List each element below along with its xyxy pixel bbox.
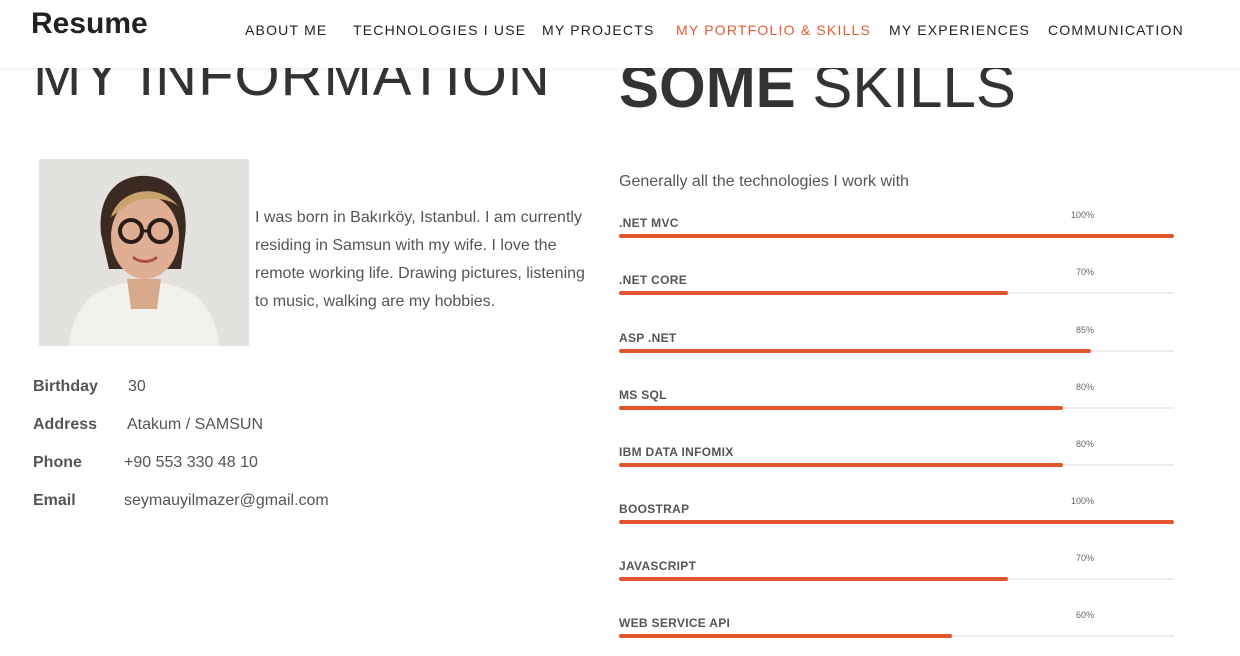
profile-photo (39, 159, 249, 346)
skill-percent: 80% (1075, 382, 1094, 392)
skill-percent: 70% (1075, 267, 1094, 277)
skill-item: .NET MVC 100% (619, 210, 1174, 256)
address-label: Address (33, 416, 98, 433)
email-label: Email (33, 492, 76, 509)
skill-item: BOOSTRAP 100% (619, 496, 1174, 542)
nav-menu: ABOUT ME TECHNOLOGIES I USE MY PROJECTS … (0, 22, 1240, 42)
skill-progress-fill (619, 520, 1174, 524)
nav-about-me[interactable]: ABOUT ME (245, 22, 327, 38)
about-text: I was born in Bakırköy, Istanbul. I am c… (255, 209, 585, 310)
nav-my-experiences[interactable]: MY EXPERIENCES (889, 22, 1030, 38)
skill-percent: 100% (1070, 496, 1094, 506)
skill-name: BOOSTRAP (619, 502, 690, 516)
skill-item: JAVASCRIPT 70% (619, 553, 1174, 599)
skill-name: MS SQL (619, 388, 667, 402)
skill-item: ASP .NET 85% (619, 325, 1174, 371)
skill-progress-fill (619, 634, 952, 638)
skill-item: WEB SERVICE API 60% (619, 610, 1174, 656)
skill-name: ASP .NET (619, 331, 677, 345)
skill-name: IBM DATA INFOMIX (619, 445, 734, 459)
skill-percent: 100% (1070, 210, 1094, 220)
skill-name: .NET MVC (619, 216, 679, 230)
skill-progress-fill (619, 406, 1063, 410)
skill-name: .NET CORE (619, 273, 688, 287)
phone-value: +90 553 330 48 10 (124, 454, 258, 471)
skill-item: IBM DATA INFOMIX 80% (619, 439, 1174, 485)
skill-percent: 85% (1075, 325, 1094, 335)
skill-percent: 70% (1075, 553, 1094, 563)
skill-progress-fill (619, 577, 1008, 581)
profile-photo-drawing (39, 159, 249, 346)
skill-item: .NET CORE 70% (619, 267, 1174, 313)
birthday-value: 30 (128, 378, 146, 395)
address-value: Atakum / SAMSUN (127, 416, 264, 433)
phone-label: Phone (33, 454, 82, 471)
top-navbar: Resume ABOUT ME TECHNOLOGIES I USE MY PR… (0, 0, 1240, 68)
skill-percent: 60% (1075, 610, 1094, 620)
skill-progress-fill (619, 291, 1008, 295)
nav-my-projects[interactable]: MY PROJECTS (542, 22, 655, 38)
skill-progress-fill (619, 463, 1063, 467)
email-value[interactable]: seymauyilmazer@gmail.com (124, 492, 329, 510)
nav-communication[interactable]: COMMUNICATION (1048, 22, 1184, 38)
skill-name: WEB SERVICE API (619, 616, 731, 630)
skill-progress-fill (619, 349, 1091, 353)
nav-portfolio-skills[interactable]: MY PORTFOLIO & SKILLS (676, 22, 871, 38)
nav-technologies[interactable]: TECHNOLOGIES I USE (353, 22, 526, 38)
skill-name: JAVASCRIPT (619, 559, 697, 573)
birthday-label: Birthday (33, 378, 98, 395)
skills-intro: Generally all the technologies I work wi… (619, 173, 909, 190)
skill-progress-fill (619, 234, 1174, 238)
skill-item: MS SQL 80% (619, 382, 1174, 428)
skill-percent: 80% (1075, 439, 1094, 449)
